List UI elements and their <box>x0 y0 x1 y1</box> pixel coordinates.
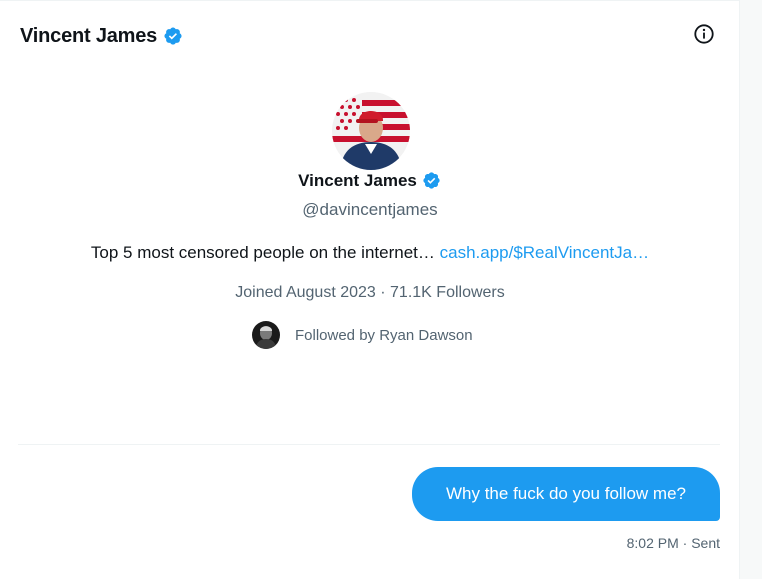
profile-handle[interactable]: @davincentjames <box>0 200 740 220</box>
message-text: Why the fuck do you follow me? <box>445 484 686 503</box>
followed-by[interactable]: Followed by Ryan Dawson <box>252 321 473 349</box>
info-icon <box>694 24 714 44</box>
profile-name-row[interactable]: Vincent James <box>0 171 740 191</box>
verified-badge-icon <box>163 26 183 46</box>
message-status: 8:02 PM · Sent <box>626 535 720 551</box>
profile-bio: Top 5 most censored people on the intern… <box>0 243 740 263</box>
sent-message-bubble[interactable]: Why the fuck do you follow me? <box>412 467 720 521</box>
profile-meta: Joined August 2023 · 71.1K Followers <box>235 284 505 301</box>
conversation-header: Vincent James <box>20 22 183 50</box>
info-button[interactable] <box>692 22 716 46</box>
bio-text: Top 5 most censored people on the intern… <box>90 243 440 262</box>
divider <box>18 444 720 445</box>
follower-avatar[interactable] <box>252 321 280 349</box>
followed-by-text[interactable]: Followed by Ryan Dawson <box>295 327 473 344</box>
header-name: Vincent James <box>20 24 158 47</box>
profile-name[interactable]: Vincent James <box>298 171 417 191</box>
verified-badge-icon <box>422 171 442 191</box>
scrollbar-track[interactable] <box>739 0 762 579</box>
top-border <box>0 0 740 1</box>
bio-link[interactable]: cash.app/$RealVincentJa… <box>440 243 650 262</box>
profile-avatar[interactable] <box>332 92 410 170</box>
